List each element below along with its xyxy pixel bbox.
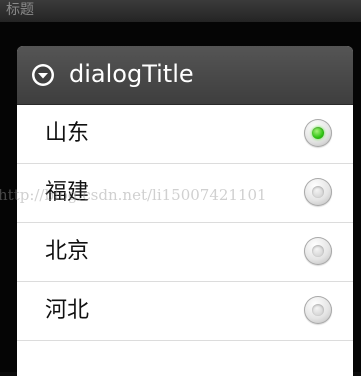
option-item-beijing[interactable]: 北京: [17, 223, 353, 282]
option-label: 山东: [45, 121, 90, 146]
option-label: 北京: [45, 239, 90, 264]
radio-button[interactable]: [304, 178, 332, 206]
chevron-down-circle-icon: [32, 64, 54, 86]
radio-button-checked[interactable]: [304, 119, 332, 147]
radio-button[interactable]: [304, 296, 332, 324]
option-item-hebei[interactable]: 河北: [17, 282, 353, 341]
single-choice-dialog: dialogTitle 山东 福建 北京 河北: [17, 46, 353, 376]
app-title: 标题: [6, 2, 34, 18]
dialog-title: dialogTitle: [69, 60, 194, 88]
dialog-header: dialogTitle: [17, 46, 353, 105]
radio-button[interactable]: [304, 237, 332, 265]
option-label: 河北: [45, 298, 90, 323]
option-list: 山东 福建 北京 河北: [17, 105, 353, 341]
app-title-bar: 标题: [0, 0, 361, 22]
option-item-shandong[interactable]: 山东: [17, 105, 353, 164]
option-label: 福建: [45, 180, 90, 205]
option-item-fujian[interactable]: 福建: [17, 164, 353, 223]
